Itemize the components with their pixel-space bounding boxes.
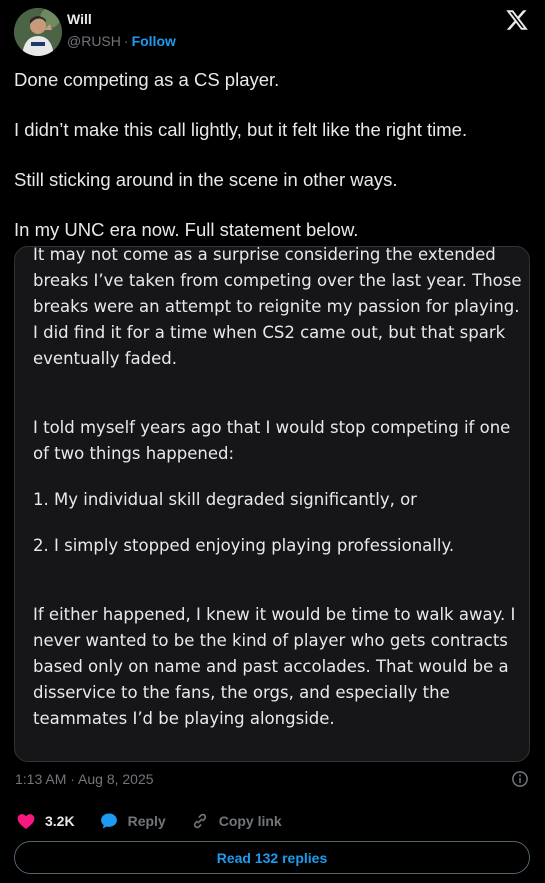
follow-button[interactable]: Follow: [132, 33, 176, 49]
reply-bubble-icon: [100, 813, 117, 829]
tweet-line: Done competing as a CS player.: [14, 69, 280, 90]
avatar-photo-icon: [14, 8, 62, 56]
heart-icon: [17, 814, 35, 829]
author-name[interactable]: Will: [67, 11, 92, 27]
tweet-text: Done competing as a CS player. I didn’t …: [14, 68, 534, 268]
x-logo-icon[interactable]: [505, 8, 529, 32]
author-handle-row: @RUSH · Follow: [67, 33, 176, 49]
tweet-line: In my UNC era now. Full statement below.: [14, 219, 359, 240]
statement-image[interactable]: It may not come as a surprise considerin…: [14, 246, 530, 762]
tweet-line: I didn’t make this call lightly, but it …: [14, 119, 468, 140]
statement-paragraph: It may not come as a surprise considerin…: [33, 246, 522, 368]
copy-link-label: Copy link: [218, 813, 282, 829]
statement-text: It may not come as a surprise considerin…: [33, 246, 523, 752]
statement-paragraph: If either happened, I knew it would be t…: [33, 605, 516, 728]
tweet-line: Still sticking around in the scene in ot…: [14, 169, 398, 190]
tweet-timestamp[interactable]: 1:13 AM · Aug 8, 2025: [15, 771, 154, 787]
read-replies-button[interactable]: Read 132 replies: [14, 841, 530, 874]
avatar[interactable]: [14, 8, 62, 56]
author-handle[interactable]: @RUSH: [67, 33, 121, 49]
statement-paragraph: I told myself years ago that I would sto…: [33, 418, 511, 463]
like-button[interactable]: 3.2K: [16, 811, 75, 831]
copy-link-button[interactable]: Copy link: [190, 811, 282, 831]
reply-button[interactable]: Reply: [99, 811, 166, 831]
statement-list-item: 1. My individual skill degraded signific…: [33, 490, 417, 509]
like-count: 3.2K: [45, 813, 75, 829]
statement-list-item: 2. I simply stopped enjoying playing pro…: [33, 536, 455, 555]
separator-dot: ·: [123, 33, 129, 49]
reply-label: Reply: [127, 813, 166, 829]
action-bar: 3.2K Reply Copy link: [16, 810, 306, 832]
info-icon[interactable]: [511, 770, 529, 788]
link-icon: [193, 813, 206, 829]
